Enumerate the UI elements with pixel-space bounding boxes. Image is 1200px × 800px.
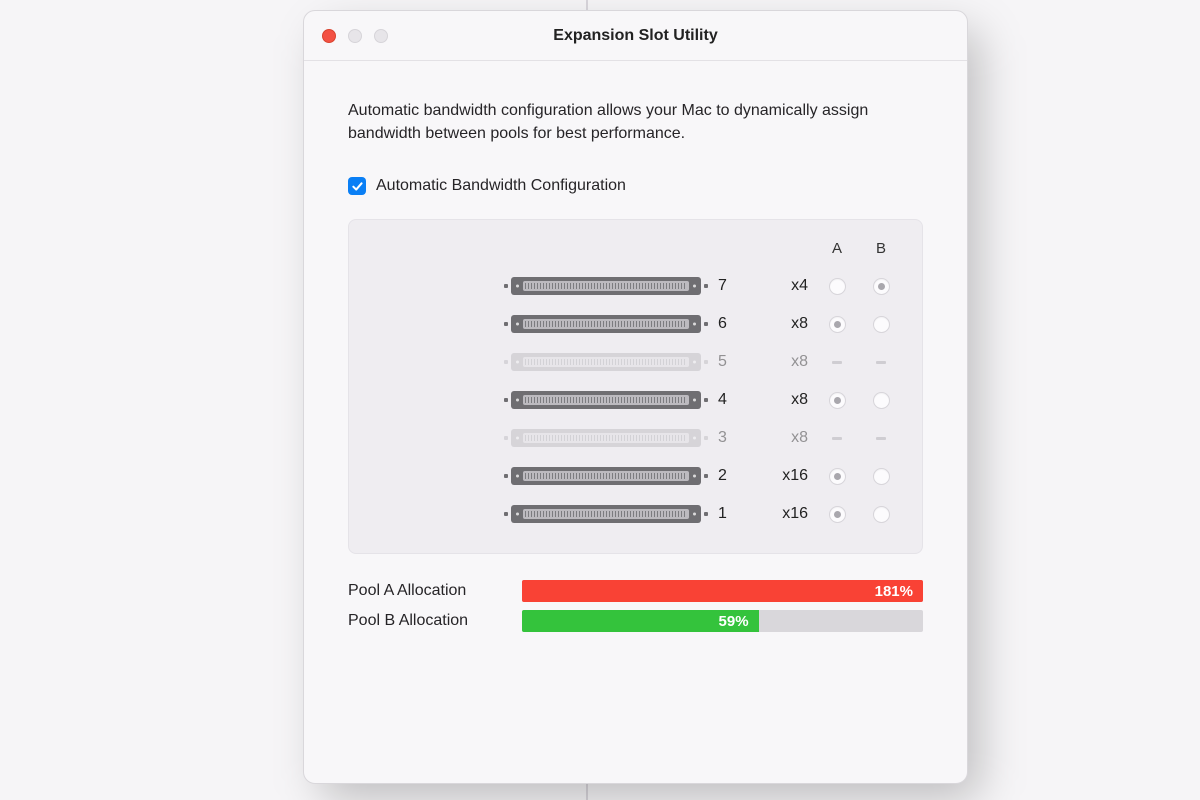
- auto-bandwidth-row: Automatic Bandwidth Configuration: [348, 177, 923, 195]
- column-a-header: A: [820, 240, 854, 257]
- dash-icon: [832, 437, 842, 440]
- slot-connector-icon: [373, 389, 708, 411]
- pool-a-fill: 181%: [522, 580, 923, 602]
- slot-1-pool-b-radio[interactable]: [873, 506, 890, 523]
- slot-5-pool-a-cell: [820, 361, 854, 364]
- slot-7-pool-b-radio[interactable]: [873, 278, 890, 295]
- description-text: Automatic bandwidth configuration allows…: [348, 99, 923, 145]
- slot-speed: x4: [758, 277, 810, 295]
- minimize-button[interactable]: [348, 29, 362, 43]
- slot-2-pool-a-radio[interactable]: [829, 468, 846, 485]
- pool-b-label: Pool B Allocation: [348, 612, 508, 630]
- close-button[interactable]: [322, 29, 336, 43]
- slot-connector-icon: [373, 351, 708, 373]
- slot-speed: x16: [758, 505, 810, 523]
- slot-6-pool-a-cell: [820, 316, 854, 333]
- slot-7-pool-a-radio[interactable]: [829, 278, 846, 295]
- slot-row-6: 6 x8: [373, 305, 898, 343]
- slot-connector-icon: [373, 427, 708, 449]
- pool-b-bar: 59%: [522, 610, 923, 632]
- slot-speed: x8: [758, 429, 810, 447]
- slot-connector-icon: [373, 465, 708, 487]
- pool-b-percent: 59%: [719, 613, 749, 630]
- slot-2-pool-a-cell: [820, 468, 854, 485]
- auto-bandwidth-checkbox[interactable]: [348, 177, 366, 195]
- pool-a-label: Pool A Allocation: [348, 582, 508, 600]
- slot-number: 5: [718, 353, 748, 371]
- pool-b-row: Pool B Allocation 59%: [348, 606, 923, 636]
- checkmark-icon: [351, 180, 364, 193]
- slots-body: 7 x4 6 x8 5 x8 4 x8 3 x8 2 x16 1 x16: [373, 267, 898, 533]
- slot-number: 6: [718, 315, 748, 333]
- slot-number: 3: [718, 429, 748, 447]
- slot-2-pool-b-radio[interactable]: [873, 468, 890, 485]
- dash-icon: [832, 361, 842, 364]
- slot-6-pool-a-radio[interactable]: [829, 316, 846, 333]
- slot-row-7: 7 x4: [373, 267, 898, 305]
- slot-speed: x8: [758, 391, 810, 409]
- slot-speed: x16: [758, 467, 810, 485]
- slot-number: 7: [718, 277, 748, 295]
- slot-connector-icon: [373, 275, 708, 297]
- slots-panel: A B 7 x4 6 x8 5 x8 4 x8 3 x8 2 x16 1 x16: [348, 219, 923, 554]
- dash-icon: [876, 361, 886, 364]
- auto-bandwidth-label: Automatic Bandwidth Configuration: [376, 177, 626, 195]
- slot-1-pool-a-radio[interactable]: [829, 506, 846, 523]
- slot-3-pool-a-cell: [820, 437, 854, 440]
- column-b-header: B: [864, 240, 898, 257]
- pool-block: Pool A Allocation 181% Pool B Allocation…: [348, 576, 923, 636]
- slot-7-pool-a-cell: [820, 278, 854, 295]
- slot-row-2: 2 x16: [373, 457, 898, 495]
- slot-connector-icon: [373, 313, 708, 335]
- pool-a-percent: 181%: [875, 583, 913, 600]
- pool-b-fill: 59%: [522, 610, 759, 632]
- slot-6-pool-b-cell: [864, 316, 898, 333]
- pool-a-row: Pool A Allocation 181%: [348, 576, 923, 606]
- slot-6-pool-b-radio[interactable]: [873, 316, 890, 333]
- titlebar: Expansion Slot Utility: [304, 11, 967, 61]
- slot-number: 2: [718, 467, 748, 485]
- slot-number: 4: [718, 391, 748, 409]
- slot-4-pool-a-radio[interactable]: [829, 392, 846, 409]
- slot-4-pool-b-cell: [864, 392, 898, 409]
- slot-4-pool-b-radio[interactable]: [873, 392, 890, 409]
- slot-speed: x8: [758, 315, 810, 333]
- slot-connector-icon: [373, 503, 708, 525]
- slot-5-pool-b-cell: [864, 361, 898, 364]
- app-window: Expansion Slot Utility Automatic bandwid…: [303, 10, 968, 784]
- pool-a-bar: 181%: [522, 580, 923, 602]
- slots-header: A B: [373, 240, 898, 257]
- dash-icon: [876, 437, 886, 440]
- slot-row-1: 1 x16: [373, 495, 898, 533]
- content-area: Automatic bandwidth configuration allows…: [304, 61, 967, 662]
- slot-1-pool-a-cell: [820, 506, 854, 523]
- slot-7-pool-b-cell: [864, 278, 898, 295]
- slot-4-pool-a-cell: [820, 392, 854, 409]
- slot-row-3: 3 x8: [373, 419, 898, 457]
- traffic-lights: [322, 11, 388, 60]
- slot-number: 1: [718, 505, 748, 523]
- slot-speed: x8: [758, 353, 810, 371]
- slot-2-pool-b-cell: [864, 468, 898, 485]
- slot-3-pool-b-cell: [864, 437, 898, 440]
- zoom-button[interactable]: [374, 29, 388, 43]
- slot-1-pool-b-cell: [864, 506, 898, 523]
- slot-row-5: 5 x8: [373, 343, 898, 381]
- slot-row-4: 4 x8: [373, 381, 898, 419]
- window-title: Expansion Slot Utility: [553, 27, 717, 45]
